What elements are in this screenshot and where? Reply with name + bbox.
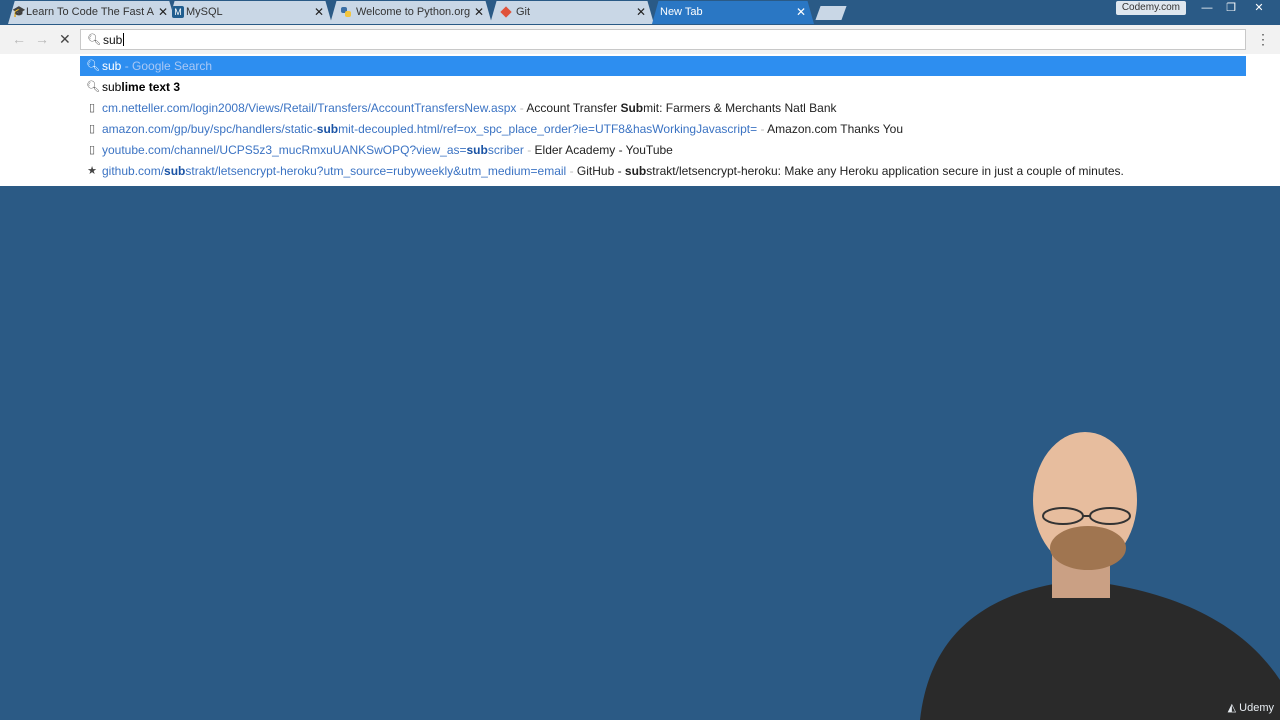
page-icon: ▯ [88, 144, 96, 156]
tab-title: Learn To Code The Fast A [26, 6, 155, 18]
star-icon: ★ [87, 165, 97, 177]
tab-python[interactable]: Welcome to Python.org ✕ [330, 1, 492, 24]
close-icon[interactable]: ✕ [796, 1, 806, 24]
close-icon[interactable]: ✕ [636, 1, 646, 24]
suggestion-history-netteller[interactable]: ▯ cm.netteller.com/login2008/Views/Retai… [80, 98, 1246, 118]
tab-title: New Tab [660, 6, 703, 18]
new-tab-button[interactable] [815, 6, 847, 20]
tab-strip: 🎓 Learn To Code The Fast A ✕ M MySQL ✕ W… [0, 0, 1280, 25]
tab-title: MySQL [186, 6, 223, 18]
address-input[interactable]: sub [103, 33, 125, 47]
tab-new-tab[interactable]: New Tab ✕ [652, 1, 814, 24]
toolbar: ← → ✕ 🔍︎ sub ⋮ [0, 25, 1280, 54]
python-icon [340, 6, 352, 18]
suggestion-history-youtube[interactable]: ▯ youtube.com/channel/UCPS5z3_mucRmxuUAN… [80, 140, 1246, 160]
udemy-logo-icon: ◭ [1227, 702, 1240, 714]
tab-title: Welcome to Python.org [356, 6, 471, 18]
search-icon: 🔍︎ [86, 81, 100, 93]
tab-git[interactable]: Git ✕ [490, 1, 654, 24]
git-icon [500, 6, 512, 18]
profile-button[interactable]: Codemy.com [1115, 1, 1186, 15]
address-bar[interactable]: 🔍︎ sub [80, 29, 1246, 50]
tab-mysql[interactable]: M MySQL ✕ [168, 1, 332, 24]
window-close-icon[interactable]: ✕ [1244, 0, 1274, 16]
close-icon[interactable]: ✕ [158, 1, 168, 24]
close-icon[interactable]: ✕ [474, 1, 484, 24]
tab-learn-to-code[interactable]: 🎓 Learn To Code The Fast A ✕ [8, 1, 176, 24]
menu-icon[interactable]: ⋮ [1256, 31, 1270, 48]
graduation-cap-icon: 🎓 [12, 6, 26, 18]
restore-icon[interactable]: ❐ [1220, 0, 1242, 16]
page-icon: ▯ [88, 102, 96, 114]
instructor-webcam [920, 432, 1280, 720]
window-controls: Codemy.com — ❐ ✕ [1115, 0, 1274, 18]
stop-loading-icon[interactable]: ✕ [59, 31, 71, 48]
back-arrow-icon[interactable]: ← [12, 31, 26, 47]
close-icon[interactable]: ✕ [314, 1, 324, 24]
suggestion-google-search[interactable]: 🔍︎ sub - Google Search [80, 56, 1246, 76]
text-caret [123, 33, 125, 46]
tab-title: Git [516, 6, 531, 18]
udemy-watermark: ◭ Udemy [1227, 702, 1274, 714]
suggestion-history-amazon[interactable]: ▯ amazon.com/gp/buy/spc/handlers/static-… [80, 119, 1246, 139]
minimize-icon[interactable]: — [1196, 0, 1218, 16]
suggestion-search[interactable]: 🔍︎ sublime text 3 [80, 77, 1246, 97]
omnibox-suggestions: 🔍︎ sub - Google Search 🔍︎ sublime text 3… [0, 54, 1280, 186]
search-icon: 🔍︎ [87, 34, 101, 46]
page-icon: ▯ [88, 123, 96, 135]
search-icon: 🔍︎ [86, 60, 100, 72]
forward-arrow-icon[interactable]: → [35, 31, 49, 47]
page-content: ◭ Udemy [0, 186, 1280, 720]
mysql-icon: M [172, 6, 184, 18]
suggestion-bookmark-github[interactable]: ★ github.com/substrakt/letsencrypt-herok… [80, 161, 1246, 181]
